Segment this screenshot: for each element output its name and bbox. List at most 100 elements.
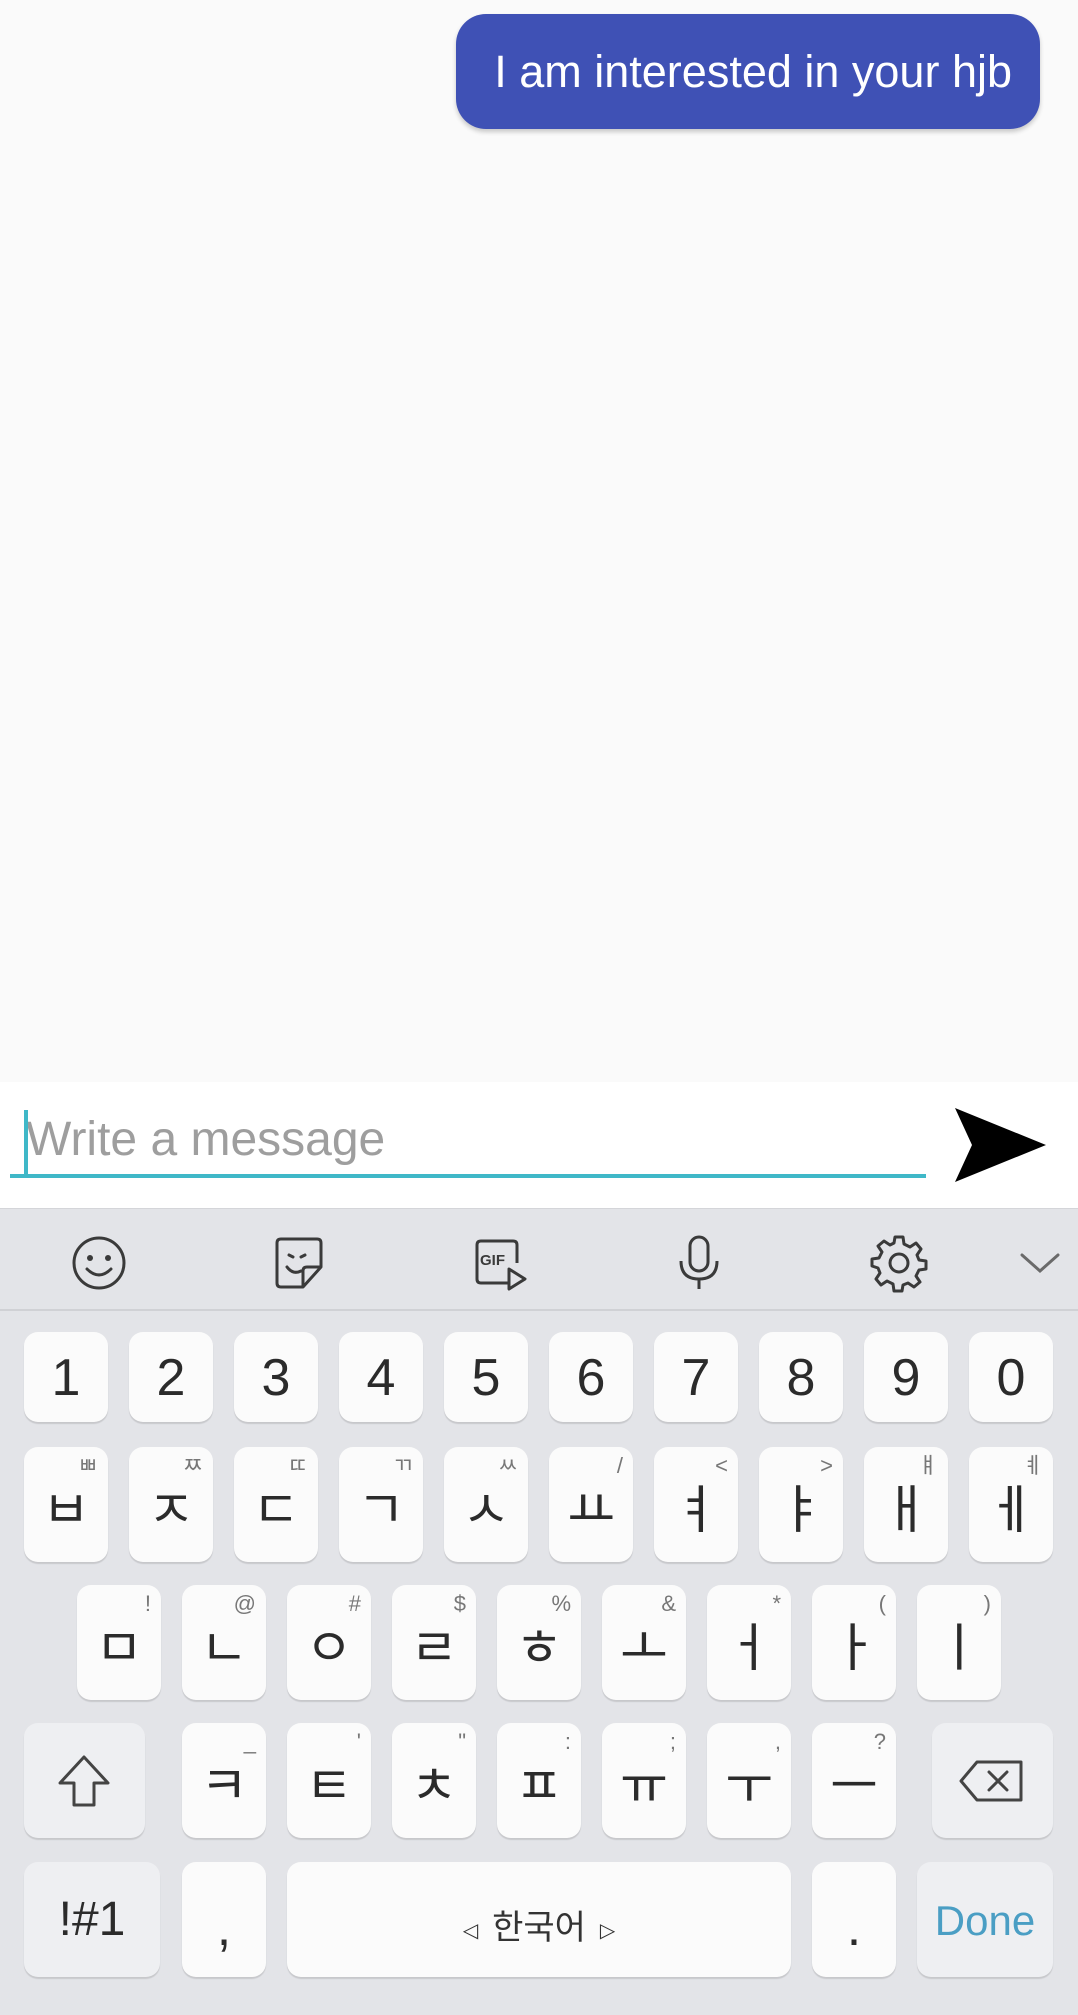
- key-label: ㅈ: [147, 1482, 195, 1540]
- key-label: 5: [471, 1349, 501, 1407]
- key-label: !#1: [58, 1893, 126, 1946]
- key-label: 7: [681, 1349, 711, 1407]
- settings-icon[interactable]: [869, 1233, 929, 1293]
- key-yeo[interactable]: < ㅕ: [654, 1447, 738, 1562]
- period-key[interactable]: .: [812, 1862, 896, 1977]
- comma-key[interactable]: ,: [182, 1862, 266, 1977]
- key-label: ㅓ: [725, 1620, 773, 1678]
- arrow-right-icon: ▷: [599, 1919, 616, 1942]
- key-e[interactable]: ㅖㅔ: [969, 1447, 1053, 1562]
- sticker-icon[interactable]: [269, 1233, 329, 1293]
- key-h[interactable]: % ㅎ: [497, 1585, 581, 1700]
- key-r[interactable]: $ ㄹ: [392, 1585, 476, 1700]
- key-k[interactable]: _ ㅋ: [182, 1723, 266, 1838]
- key-sublabel: ): [983, 1591, 991, 1616]
- key-label: ㅌ: [305, 1758, 353, 1816]
- microphone-icon[interactable]: [669, 1233, 729, 1293]
- keyboard-toolbar: GIF: [0, 1208, 1078, 1311]
- key-a[interactable]: (ㅏ: [812, 1585, 896, 1700]
- key-4[interactable]: 4: [339, 1332, 423, 1422]
- key-label: 3: [261, 1349, 291, 1407]
- key-s[interactable]: ㅆㅅ: [444, 1447, 528, 1562]
- key-sublabel: ㅉ: [182, 1453, 203, 1478]
- key-n[interactable]: @ ㄴ: [182, 1585, 266, 1700]
- key-label: ㅗ: [620, 1620, 668, 1678]
- key-1[interactable]: 1: [24, 1332, 108, 1422]
- key-9[interactable]: 9: [864, 1332, 948, 1422]
- key-label: ㄹ: [410, 1620, 458, 1678]
- key-o[interactable]: & ㅗ: [602, 1585, 686, 1700]
- key-label: ㄷ: [252, 1482, 300, 1540]
- key-ch[interactable]: " ㅊ: [392, 1723, 476, 1838]
- key-b[interactable]: ㅃㅂ: [24, 1447, 108, 1562]
- key-label: ㅠ: [620, 1758, 668, 1816]
- key-8[interactable]: 8: [759, 1332, 843, 1422]
- key-label: 1: [51, 1349, 81, 1407]
- key-ng[interactable]: # ㅇ: [287, 1585, 371, 1700]
- key-sublabel: #: [348, 1591, 361, 1616]
- backspace-key[interactable]: [932, 1723, 1053, 1838]
- send-button[interactable]: [950, 1100, 1050, 1190]
- key-label: ㅅ: [462, 1482, 510, 1540]
- key-i[interactable]: ) ㅣ: [917, 1585, 1001, 1700]
- space-label-group: ◁ 한국어 ▷: [287, 1900, 791, 1949]
- language-label: 한국어: [492, 1909, 586, 1947]
- key-sublabel: ㄲ: [392, 1453, 413, 1478]
- key-label: ㅁ: [95, 1620, 143, 1678]
- key-label: 8: [786, 1349, 816, 1407]
- key-label: ㅐ: [882, 1482, 930, 1540]
- key-j[interactable]: ㅉㅈ: [129, 1447, 213, 1562]
- symbols-key[interactable]: !#1: [24, 1862, 160, 1977]
- key-2[interactable]: 2: [129, 1332, 213, 1422]
- key-d[interactable]: ㄸㄷ: [234, 1447, 318, 1562]
- key-5[interactable]: 5: [444, 1332, 528, 1422]
- key-sublabel: /: [616, 1453, 623, 1478]
- key-sublabel: !: [144, 1591, 151, 1616]
- key-p[interactable]: :ㅍ: [497, 1723, 581, 1838]
- key-sublabel: ?: [873, 1729, 886, 1754]
- gif-label: GIF: [480, 1252, 505, 1269]
- shift-key[interactable]: [24, 1723, 145, 1838]
- key-yu[interactable]: ; ㅠ: [602, 1723, 686, 1838]
- key-ya[interactable]: > ㅑ: [759, 1447, 843, 1562]
- key-label: ㅇ: [305, 1620, 353, 1678]
- key-eo[interactable]: * ㅓ: [707, 1585, 791, 1700]
- key-label: ㅡ: [830, 1758, 878, 1816]
- key-sublabel: (: [878, 1591, 886, 1616]
- key-sublabel: $: [453, 1591, 466, 1616]
- space-key[interactable]: ◁ 한국어 ▷: [287, 1862, 791, 1977]
- key-yo[interactable]: / ㅛ: [549, 1447, 633, 1562]
- key-label: 9: [891, 1349, 921, 1407]
- key-label: 2: [156, 1349, 186, 1407]
- key-label: Done: [934, 1897, 1036, 1944]
- key-sublabel: *: [772, 1591, 781, 1616]
- key-eu[interactable]: ? ㅡ: [812, 1723, 896, 1838]
- key-u[interactable]: ,ㅜ: [707, 1723, 791, 1838]
- key-label: ㄴ: [200, 1620, 248, 1678]
- emoji-icon[interactable]: [69, 1233, 129, 1293]
- key-m[interactable]: ! ㅁ: [77, 1585, 161, 1700]
- message-bubble-outgoing[interactable]: I am interested in your hjb: [456, 14, 1040, 129]
- key-label: ㅜ: [725, 1758, 773, 1816]
- key-t[interactable]: ' ㅌ: [287, 1723, 371, 1838]
- key-label: ㅂ: [42, 1482, 90, 1540]
- send-icon: [955, 1108, 1046, 1182]
- key-sublabel: ㅖ: [1022, 1453, 1043, 1478]
- gif-button[interactable]: GIF: [469, 1233, 529, 1293]
- key-label: .: [846, 1899, 862, 1957]
- key-6[interactable]: 6: [549, 1332, 633, 1422]
- key-ae[interactable]: ㅒㅐ: [864, 1447, 948, 1562]
- key-0[interactable]: 0: [969, 1332, 1053, 1422]
- key-label: 6: [576, 1349, 606, 1407]
- message-input[interactable]: [10, 1104, 926, 1178]
- key-label: ㅛ: [567, 1482, 615, 1540]
- key-label: ㅊ: [410, 1758, 458, 1816]
- key-sublabel: ㅒ: [917, 1453, 938, 1478]
- key-7[interactable]: 7: [654, 1332, 738, 1422]
- key-sublabel: ㅃ: [77, 1453, 98, 1478]
- key-sublabel: ;: [669, 1729, 676, 1754]
- key-g[interactable]: ㄲㄱ: [339, 1447, 423, 1562]
- chevron-down-icon[interactable]: [1010, 1233, 1070, 1293]
- key-3[interactable]: 3: [234, 1332, 318, 1422]
- done-key[interactable]: Done: [917, 1862, 1053, 1977]
